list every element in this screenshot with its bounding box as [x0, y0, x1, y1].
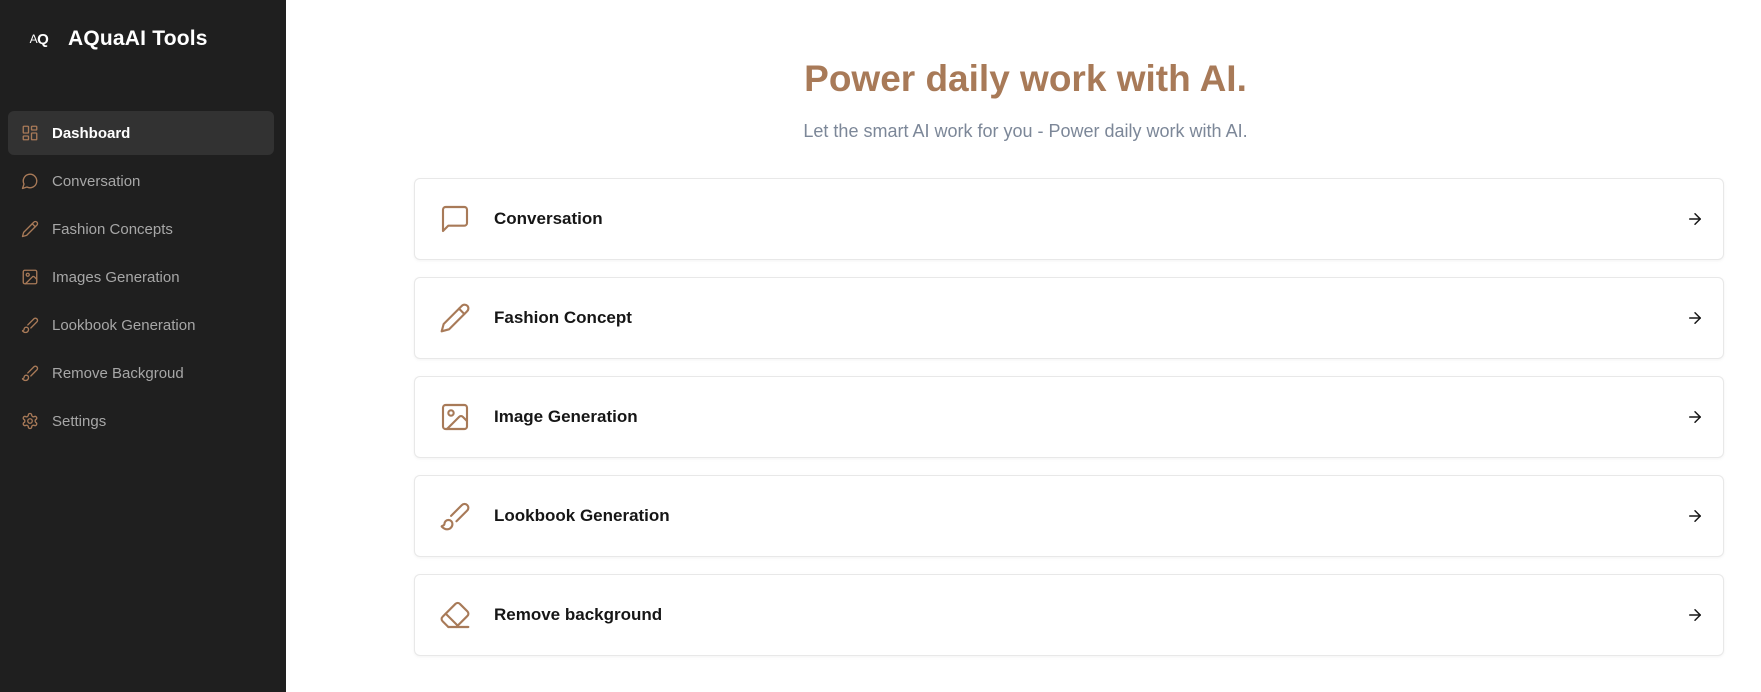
sidebar-item-settings[interactable]: Settings: [8, 399, 274, 443]
dashboard-grid-icon: [20, 123, 40, 143]
brand-logo-q: Q: [37, 30, 49, 48]
pencil-icon: [438, 301, 472, 335]
gear-icon: [20, 411, 40, 431]
tool-card-label: Remove background: [494, 605, 663, 624]
arrow-right-icon: [1685, 407, 1705, 427]
tool-cards: Conversation Fashion Concept Image Gener…: [414, 178, 1724, 673]
sidebar-item-label: Remove Backgroud: [52, 364, 184, 382]
page-subtitle: Let the smart AI work for you - Power da…: [803, 121, 1248, 141]
image-icon: [20, 267, 40, 287]
sidebar-item-label: Lookbook Generation: [52, 316, 196, 334]
sidebar-item-label: Images Generation: [52, 268, 180, 286]
brand-logo-a: A: [29, 32, 38, 46]
sidebar-item-label: Fashion Concepts: [52, 220, 173, 238]
sidebar-item-remove-background[interactable]: Remove Backgroud: [8, 351, 274, 395]
tool-card-label: Conversation: [494, 209, 603, 228]
sidebar-item-label: Dashboard: [52, 124, 131, 142]
sidebar-item-fashion-concepts[interactable]: Fashion Concepts: [8, 207, 274, 251]
tool-card-label: Lookbook Generation: [494, 506, 670, 525]
main-content: Power daily work with AI. Let the smart …: [286, 0, 1761, 692]
tool-card-label: Image Generation: [494, 407, 638, 426]
tool-card-image-generation[interactable]: Image Generation: [414, 376, 1724, 458]
sidebar-item-lookbook-generation[interactable]: Lookbook Generation: [8, 303, 274, 347]
arrow-right-icon: [1685, 308, 1705, 328]
sidebar-nav: Dashboard Conversation Fashion Concepts: [8, 111, 274, 447]
chat-bubble-icon: [438, 202, 472, 236]
tool-card-conversation[interactable]: Conversation: [414, 178, 1724, 260]
sidebar-item-images-generation[interactable]: Images Generation: [8, 255, 274, 299]
tool-card-lookbook-generation[interactable]: Lookbook Generation: [414, 475, 1724, 557]
tool-card-label: Fashion Concept: [494, 308, 632, 327]
sidebar: AQ AQuaAI Tools Dashboard Conversation F…: [0, 0, 286, 692]
page-title: Power daily work with AI.: [804, 58, 1247, 99]
arrow-right-icon: [1685, 605, 1705, 625]
brand-logo: AQ: [24, 24, 54, 54]
brush-icon: [438, 499, 472, 533]
tool-card-remove-background[interactable]: Remove background: [414, 574, 1724, 656]
arrow-right-icon: [1685, 506, 1705, 526]
tool-card-fashion-concept[interactable]: Fashion Concept: [414, 277, 1724, 359]
sidebar-item-conversation[interactable]: Conversation: [8, 159, 274, 203]
brush-icon: [20, 315, 40, 335]
brand-title: AQuaAI Tools: [68, 27, 208, 50]
brand[interactable]: AQ AQuaAI Tools: [24, 24, 208, 54]
eraser-icon: [438, 598, 472, 632]
pencil-icon: [20, 219, 40, 239]
sidebar-item-dashboard[interactable]: Dashboard: [8, 111, 274, 155]
sidebar-item-label: Settings: [52, 412, 107, 430]
sidebar-item-label: Conversation: [52, 172, 141, 190]
image-icon: [438, 400, 472, 434]
chat-bubble-icon: [20, 171, 40, 191]
brush-icon: [20, 363, 40, 383]
arrow-right-icon: [1685, 209, 1705, 229]
